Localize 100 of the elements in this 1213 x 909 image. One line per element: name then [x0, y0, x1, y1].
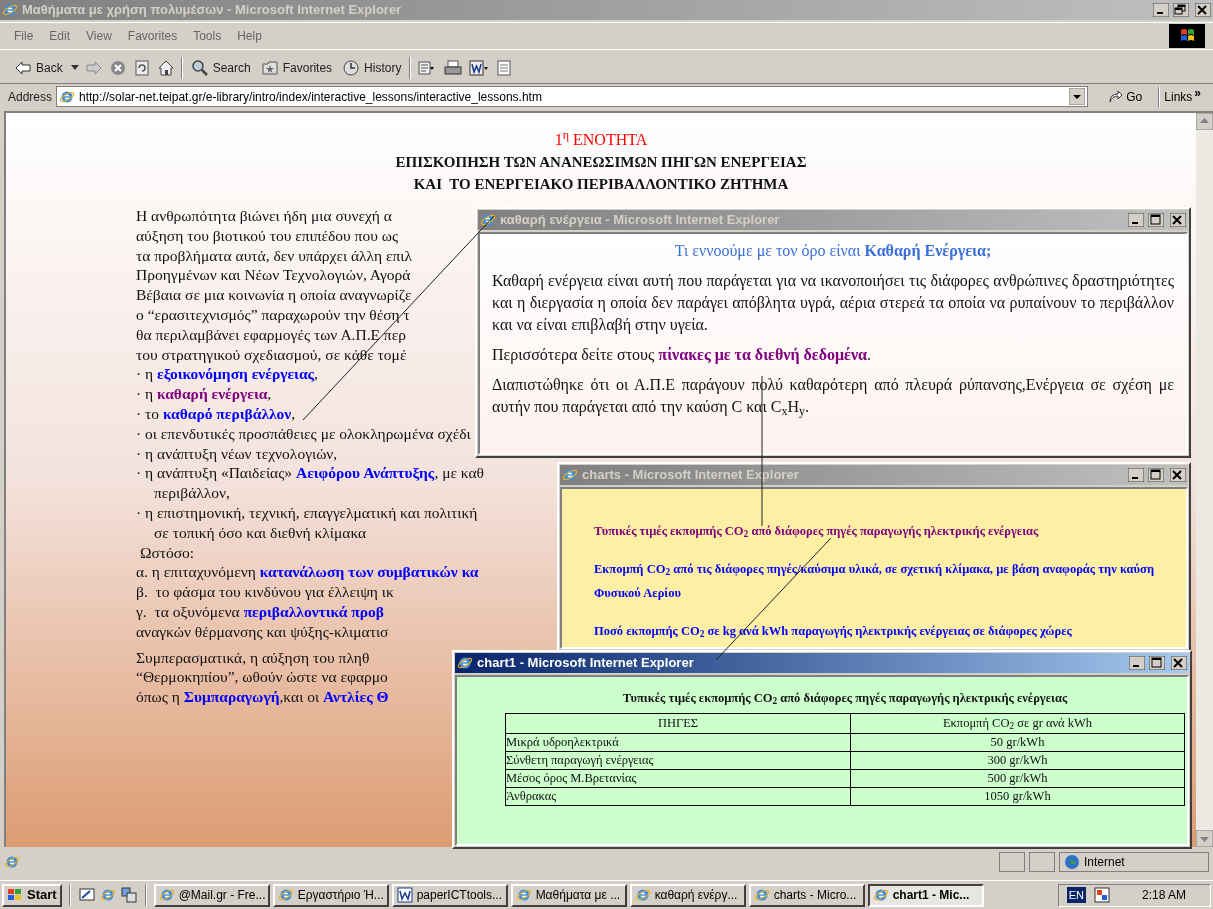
refresh-button[interactable] [132, 58, 151, 77]
text-line: β. το φάσμα του κινδύνου για έλλειψη ικ [136, 582, 394, 602]
back-button[interactable]: Back [12, 55, 65, 80]
scrollbar[interactable] [1196, 113, 1213, 847]
maximize-button[interactable] [1149, 656, 1165, 670]
taskbar-button[interactable]: Εργαστήριο Ή... [272, 883, 389, 907]
taskbar-button[interactable]: Μαθήματα με ... [510, 883, 627, 907]
paragraph: Περισσότερα δείτε στους πίνακες με τα διεθνή δεδομένα. [492, 345, 872, 366]
taskbar-button[interactable]: @Mail.gr - Fre... [153, 883, 270, 907]
link[interactable]: Συμπαραγωγή [183, 688, 280, 706]
window-title: καθαρή ενέργεια - Microsoft Internet Explorer [500, 211, 780, 230]
clock-icon [342, 58, 361, 77]
text-line: Η ανθρωπότητα βιώνει ήδη μια συνεχή α [136, 206, 392, 226]
table-caption: Τυπικές τιμές εκπομπής CO$_{2}$ από διάφορες πηγές παραγωγής ηλεκτρικής ενέργειας [622, 690, 1068, 708]
restore-button[interactable] [1173, 3, 1189, 17]
print-button[interactable] [444, 58, 463, 77]
text-line: του στρατηγικού σχεδιασμού, σε κάθε τομέ [136, 344, 407, 365]
text-line: Προηγμένων και Νέων Τεχνολογιών, Αγορά [136, 265, 411, 286]
close-button[interactable] [1170, 213, 1186, 227]
home-button[interactable] [156, 58, 175, 77]
minimize-button[interactable] [1128, 468, 1144, 482]
minimize-button[interactable] [1129, 656, 1145, 670]
chevron-icon: » [1194, 87, 1201, 98]
discuss-button[interactable] [495, 58, 514, 77]
maximize-button[interactable] [1148, 468, 1164, 482]
maximize-button[interactable] [1148, 213, 1164, 227]
text-line: Συμπερασματικά, η αύξηση του πληθ [136, 647, 370, 668]
address-field[interactable]: http://solar-net.teipat.gr/e-library/intro/index/interactive_lessons/interactive_lessons.htm [56, 86, 1089, 107]
browser-icon [457, 655, 473, 671]
paragraph: Διαπιστώθηκε ότι οι Α.Π.Ε παράγουν πολύ καθαρότερη από πλευρά ρύπανσης,Ενέργεια σε σχέση με αυτήν που παράγεται από την καύση C και C$_{x}$H$_{y}$. [492, 375, 1174, 418]
text-line: · το καθαρό περιβάλλον, [136, 403, 296, 424]
taskbar-button[interactable]: chart1 - Mic... [867, 883, 984, 907]
minimize-button[interactable] [1153, 3, 1169, 17]
section-number: 1$^{η}$ ΕΝΟΤΗΤΑ [554, 129, 648, 150]
dropdown-caret-icon[interactable] [70, 64, 79, 71]
text-line: αύξηση του βιοτικού του επιπέδου που ως [136, 225, 399, 246]
start-button[interactable]: Start [2, 883, 62, 907]
text-line: · η ανάπτυξη νέων τεχνολογιών, [136, 443, 338, 464]
text-line: τα προβλήματα αυτά, δεν υπάρχει άλλη επιλ [136, 245, 412, 266]
browser-icon [480, 212, 496, 228]
menu-item[interactable]: View [80, 27, 118, 45]
minimize-button[interactable] [1128, 213, 1144, 227]
windows-logo-icon [7, 888, 23, 902]
text-line: · η εξοικονόμηση ενέργειας, [136, 364, 318, 385]
window-title: Μαθήματα με χρήση πολυμέσων - Microsoft Internet Explorer [22, 1, 402, 20]
history-button[interactable]: History [340, 55, 404, 80]
text-line: αναγκών θέρμανσης και ψύξης-κλιματισ [136, 621, 389, 642]
link[interactable]: Τυπικές τιμές εκπομπής CO$_{2}$ από διάφορες πηγές παραγωγής ηλεκτρικής ενέργειας [594, 519, 1154, 543]
link[interactable]: περιβαλλοντικά προβ [243, 602, 384, 620]
browser-icon [753, 887, 770, 903]
browser-icon [634, 887, 651, 903]
language-indicator[interactable]: EN [1066, 886, 1086, 904]
menu-item[interactable]: Edit [43, 27, 77, 45]
menu-item[interactable]: File [8, 27, 40, 45]
stop-button[interactable] [108, 58, 127, 77]
text-line: θα περιλαμβάνει εφαρμογές των Α.Π.Ε περ [136, 324, 406, 345]
link[interactable]: Ποσό εκπομπής CO$_{2}$ σε kg ανά kWh παραγωγής ηλεκτρικής ενέργειας σε διάφορες χώρες [594, 619, 1154, 643]
link[interactable]: κατανάλωση των συμβατικών κα [259, 563, 479, 581]
close-button[interactable] [1170, 468, 1186, 482]
arrow-icon [1108, 89, 1123, 104]
menu-item[interactable]: Help [231, 27, 268, 45]
table-cell: Μέσος όρος Μ.Βρετανίας [505, 769, 851, 788]
go-button[interactable]: Go [1100, 87, 1151, 106]
links-button[interactable]: Links » [1164, 87, 1205, 106]
table-cell: Άνθρακας [505, 787, 851, 806]
status-panel [999, 851, 1025, 872]
edit-button[interactable] [468, 58, 490, 77]
favorites-button[interactable]: Favorites [258, 55, 335, 80]
table-cell: 500 gr/kWh [850, 769, 1185, 788]
link[interactable]: Αειφόρου Ανάπτυξης [296, 464, 435, 482]
taskbar-button[interactable]: καθαρή ενέργ... [629, 883, 746, 907]
close-button[interactable] [1195, 3, 1211, 17]
taskbar-button[interactable]: paperICTtools... [391, 883, 508, 907]
text-line: “Θερμοκηπίου”, ωθούν ώστε να εφαρμο [136, 667, 388, 688]
scroll-down-button[interactable] [1196, 830, 1213, 847]
text-line: Ωστόσο: [138, 542, 195, 563]
dropdown-button[interactable] [1069, 88, 1086, 105]
text-line: · η καθαρή ενέργεια, [136, 384, 272, 404]
close-button[interactable] [1171, 656, 1187, 670]
browser-icon [277, 887, 294, 903]
link[interactable]: Αντλίες Θ [323, 688, 389, 706]
browser-icon [2, 2, 18, 18]
scroll-up-button[interactable] [1196, 113, 1213, 130]
text-line: · η ανάπτυξη «Παιδείας» Αειφόρου Ανάπτυξης, με καθ [136, 463, 485, 484]
desktop-icon[interactable] [77, 886, 96, 904]
menu-item[interactable]: Favorites [121, 27, 184, 45]
taskbar-button[interactable]: charts - Micro... [748, 883, 865, 907]
link[interactable]: πίνακες με τα διεθνή δεδομένα [658, 346, 867, 363]
zone-label: Internet [1084, 853, 1125, 871]
link[interactable]: Εκπομπή CO$_{2}$ από τις διάφορες πηγές/καύσιμα υλικά, σε σχετική κλίμακα, με βάση αναφοράς την καύση Φυσικού Αερίου [594, 557, 1154, 605]
window-title: chart1 - Microsoft Internet Explorer [477, 654, 694, 673]
menu-item[interactable]: Tools [187, 27, 228, 45]
address-label: Address [8, 88, 53, 106]
text-line: περιβάλλον, [153, 483, 230, 503]
browser-icon [562, 467, 578, 483]
browser-icon [515, 887, 532, 903]
link[interactable]: καθαρό περιβάλλον [162, 404, 292, 422]
search-button[interactable]: Search [188, 55, 253, 80]
text-line: γ. τα οξυνόμενα περιβαλλοντικά προβ [136, 601, 384, 622]
tray-icon[interactable] [1093, 887, 1110, 903]
